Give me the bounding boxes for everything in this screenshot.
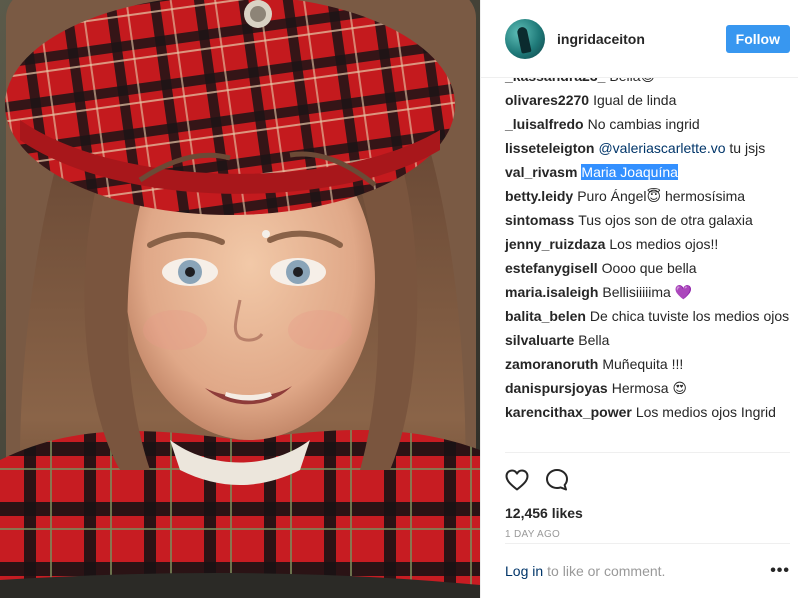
comment-item: betty.leidy Puro Ángel😇 hermosísima xyxy=(505,187,790,205)
comment-username[interactable]: lisseteleigton xyxy=(505,140,594,156)
comment-selected-text: Maria Joaquína xyxy=(581,164,678,180)
comment-item: _luisalfredo No cambias ingrid xyxy=(505,115,790,133)
comment-item: jenny_ruizdaza Los medios ojos!! xyxy=(505,235,790,253)
comments-list[interactable]: _kassandra23_ Bella😍 olivares2270Igual de … xyxy=(481,78,798,452)
comment-item: _kassandra23_ Bella😍 xyxy=(505,78,790,85)
comment-username[interactable]: betty.leidy xyxy=(505,188,573,204)
comment-username[interactable]: karencithax_power xyxy=(505,404,632,420)
comment-username[interactable]: estefanygisell xyxy=(505,260,598,276)
comment-text: No cambias ingrid xyxy=(587,116,700,132)
login-link[interactable]: Log in xyxy=(505,563,543,579)
login-prompt-text: to like or comment. xyxy=(547,563,666,579)
likes-count[interactable]: 12,456 likes xyxy=(505,505,790,521)
comment-username[interactable]: _kassandra23_ xyxy=(505,78,605,84)
more-options-icon[interactable]: ••• xyxy=(770,563,790,579)
comment-text: tu jsjs xyxy=(729,140,766,156)
comment-username[interactable]: val_rivasm xyxy=(505,164,577,180)
comment-text: Igual de linda xyxy=(593,92,677,108)
comment-item: balita_belen De chica tuviste los medios … xyxy=(505,307,790,325)
comment-item: maria.isaleigh Bellisiiiiima 💜 xyxy=(505,283,790,301)
comment-items: _kassandra23_ Bella😍 olivares2270Igual de … xyxy=(505,78,790,421)
comment-username[interactable]: danispursjoyas xyxy=(505,380,608,396)
comment-item: estefanygisell Oooo que bella xyxy=(505,259,790,277)
comment-username[interactable]: balita_belen xyxy=(505,308,586,324)
comment-text: Tus ojos son de otra galaxia xyxy=(578,212,753,228)
post-photo[interactable] xyxy=(0,0,480,598)
comment-bubble-icon[interactable] xyxy=(545,468,569,492)
comment-item: sintomass Tus ojos son de otra galaxia xyxy=(505,211,790,229)
comment-username[interactable]: jenny_ruizdaza xyxy=(505,236,605,252)
comment-item: lisseteleigton @valeriascarlette.vo tu js… xyxy=(505,139,790,157)
comment-username[interactable]: sintomass xyxy=(505,212,574,228)
post-date: 1 DAY AGO xyxy=(505,529,561,540)
action-icons xyxy=(505,467,790,493)
comment-item: zamoranoruth Muñequita !!! xyxy=(505,355,790,373)
post-side-panel: ingridaceiton Follow _kassandra23_ Bella😍… xyxy=(480,0,798,598)
post-footer: Log in to like or comment. ••• xyxy=(505,543,790,598)
comment-text: Oooo que bella xyxy=(601,260,697,276)
comment-item: olivares2270 Igual de linda xyxy=(505,91,790,109)
comment-username[interactable]: olivares2270 xyxy=(505,92,589,108)
comment-username[interactable]: zamoranoruth xyxy=(505,356,598,372)
comment-text: Bella😍 xyxy=(609,78,655,84)
post-username[interactable]: ingridaceiton xyxy=(557,31,726,47)
heart-icon[interactable] xyxy=(505,469,529,491)
comment-text: Los medios ojos Ingrid xyxy=(635,404,776,420)
comment-text: Bellisiiiiima 💜 xyxy=(602,284,693,300)
comment-text: De chica tuviste los medios ojos xyxy=(589,308,790,324)
comment-text: Puro Ángel😇 hermosísima xyxy=(577,188,746,204)
comment-username[interactable]: _luisalfredo xyxy=(505,116,584,132)
child-portrait-image xyxy=(0,0,480,598)
follow-button[interactable]: Follow xyxy=(725,24,790,53)
comment-text: Muñequita !!! xyxy=(602,356,684,372)
comment-item: silvaluarte Bella xyxy=(505,331,790,349)
comment-item: karencithax_power Los medios ojos Ingrid xyxy=(505,403,790,421)
comment-mention-link[interactable]: @valeriascarlette.vo xyxy=(598,140,725,156)
comment-item: val_rivasm Maria Joaquína xyxy=(505,163,790,181)
comment-text: Bella xyxy=(578,332,610,348)
comment-username[interactable]: silvaluarte xyxy=(505,332,574,348)
user-avatar[interactable] xyxy=(505,18,545,59)
comment-username[interactable]: maria.isaleigh xyxy=(505,284,598,300)
comment-text: Los medios ojos!! xyxy=(609,236,719,252)
post-header: ingridaceiton Follow xyxy=(481,0,798,78)
comment-item: danispursjoyas Hermosa 😍 xyxy=(505,379,790,397)
comment-text: Hermosa 😍 xyxy=(611,380,687,396)
